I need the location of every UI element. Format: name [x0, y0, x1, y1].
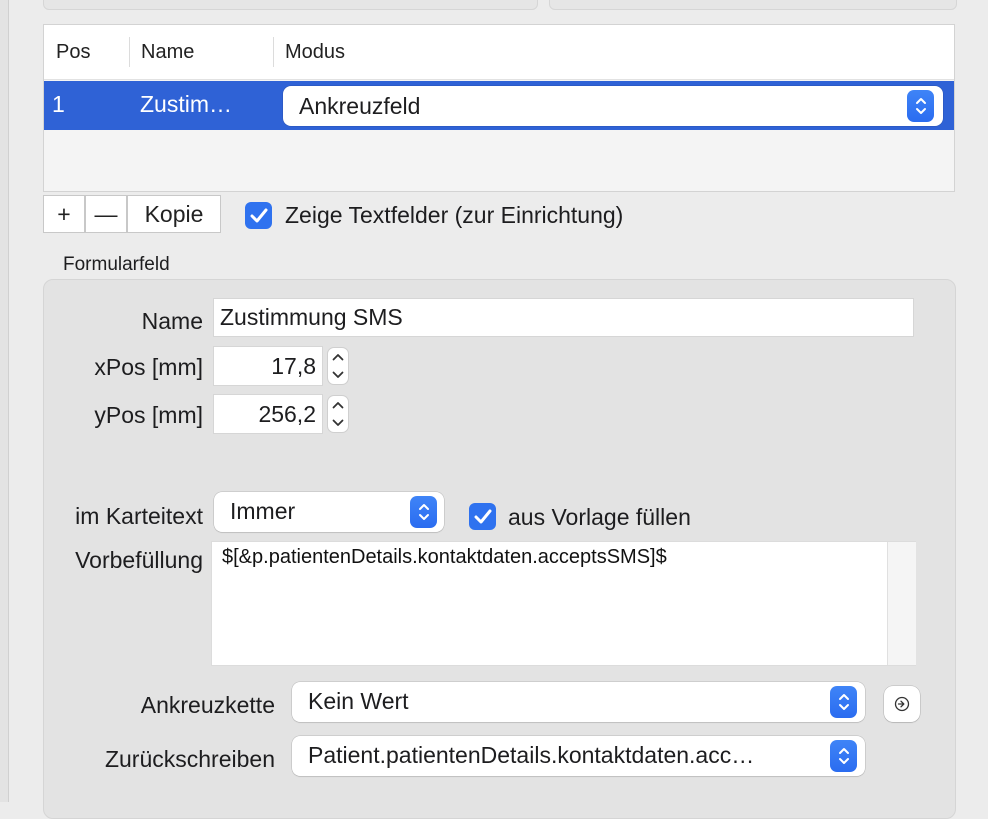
writeback-label: Zurückschreiben — [104, 746, 275, 772]
checkmark-icon — [250, 208, 267, 222]
chevron-updown-icon — [907, 90, 934, 122]
table-empty-row — [44, 130, 954, 180]
modus-popup[interactable]: Ankreuzfeld — [283, 86, 943, 126]
prefill-scrollbar[interactable] — [887, 542, 916, 665]
karteitext-label: im Karteitext — [75, 503, 203, 529]
chain-popup-value: Kein Wert — [308, 688, 409, 714]
column-header-pos[interactable]: Pos — [56, 41, 90, 64]
prefill-text: $[&p.patientenDetails.kontaktdaten.accep… — [222, 546, 667, 568]
chain-goto-button[interactable] — [884, 686, 920, 722]
ypos-label: yPos [mm] — [94, 402, 203, 428]
name-label: Name — [141, 308, 203, 334]
from-template-checkbox[interactable] — [469, 503, 496, 530]
xpos-field[interactable]: 17,8 — [213, 346, 323, 386]
writeback-popup[interactable]: Patient.patientenDetails.kontaktdaten.ac… — [292, 736, 865, 776]
remove-button[interactable]: — — [85, 195, 127, 233]
chain-popup[interactable]: Kein Wert — [292, 682, 865, 722]
chevron-updown-icon — [830, 686, 857, 718]
column-separator — [273, 37, 274, 67]
chevron-down-icon — [332, 371, 344, 378]
chevron-up-icon — [332, 354, 344, 361]
fields-table: Pos Name Modus 1 Zustim… Ankreuzfeld — [43, 24, 955, 192]
column-header-name[interactable]: Name — [141, 41, 194, 64]
section-title: Formularfeld — [63, 254, 170, 275]
window-edge — [0, 0, 9, 802]
xpos-stepper[interactable] — [327, 347, 349, 385]
column-header-modus[interactable]: Modus — [285, 41, 345, 64]
show-textfields-label: Zeige Textfelder (zur Einrichtung) — [285, 202, 624, 228]
checkmark-icon — [474, 509, 491, 523]
table-row[interactable]: 1 Zustim… Ankreuzfeld — [44, 81, 954, 130]
from-template-label: aus Vorlage füllen — [508, 504, 691, 530]
chevron-up-icon — [332, 402, 344, 409]
writeback-popup-value: Patient.patientenDetails.kontaktdaten.ac… — [308, 742, 755, 768]
column-separator — [129, 37, 130, 67]
ypos-stepper[interactable] — [327, 395, 349, 433]
prefill-label: Vorbefüllung — [75, 547, 203, 573]
xpos-label: xPos [mm] — [94, 354, 203, 380]
table-header: Pos Name Modus — [44, 25, 954, 80]
show-textfields-checkbox[interactable] — [245, 202, 272, 229]
ypos-field[interactable]: 256,2 — [213, 394, 323, 434]
chain-label: Ankreuzkette — [140, 692, 275, 718]
add-button[interactable]: + — [43, 195, 85, 233]
prefill-textarea[interactable]: $[&p.patientenDetails.kontaktdaten.accep… — [211, 541, 916, 666]
chevron-down-icon — [332, 419, 344, 426]
top-panel-right — [549, 0, 957, 10]
karteitext-popup[interactable]: Immer — [214, 492, 444, 532]
name-field[interactable]: Zustimmung SMS — [213, 298, 914, 337]
arrow-circle-right-icon — [894, 696, 910, 712]
copy-button[interactable]: Kopie — [127, 195, 221, 233]
chevron-updown-icon — [830, 740, 857, 772]
chevron-updown-icon — [410, 496, 437, 528]
row-name: Zustim… — [140, 91, 232, 117]
modus-popup-value: Ankreuzfeld — [299, 93, 421, 119]
top-panel-left — [43, 0, 538, 10]
row-pos: 1 — [52, 91, 65, 117]
karteitext-popup-value: Immer — [230, 498, 296, 524]
